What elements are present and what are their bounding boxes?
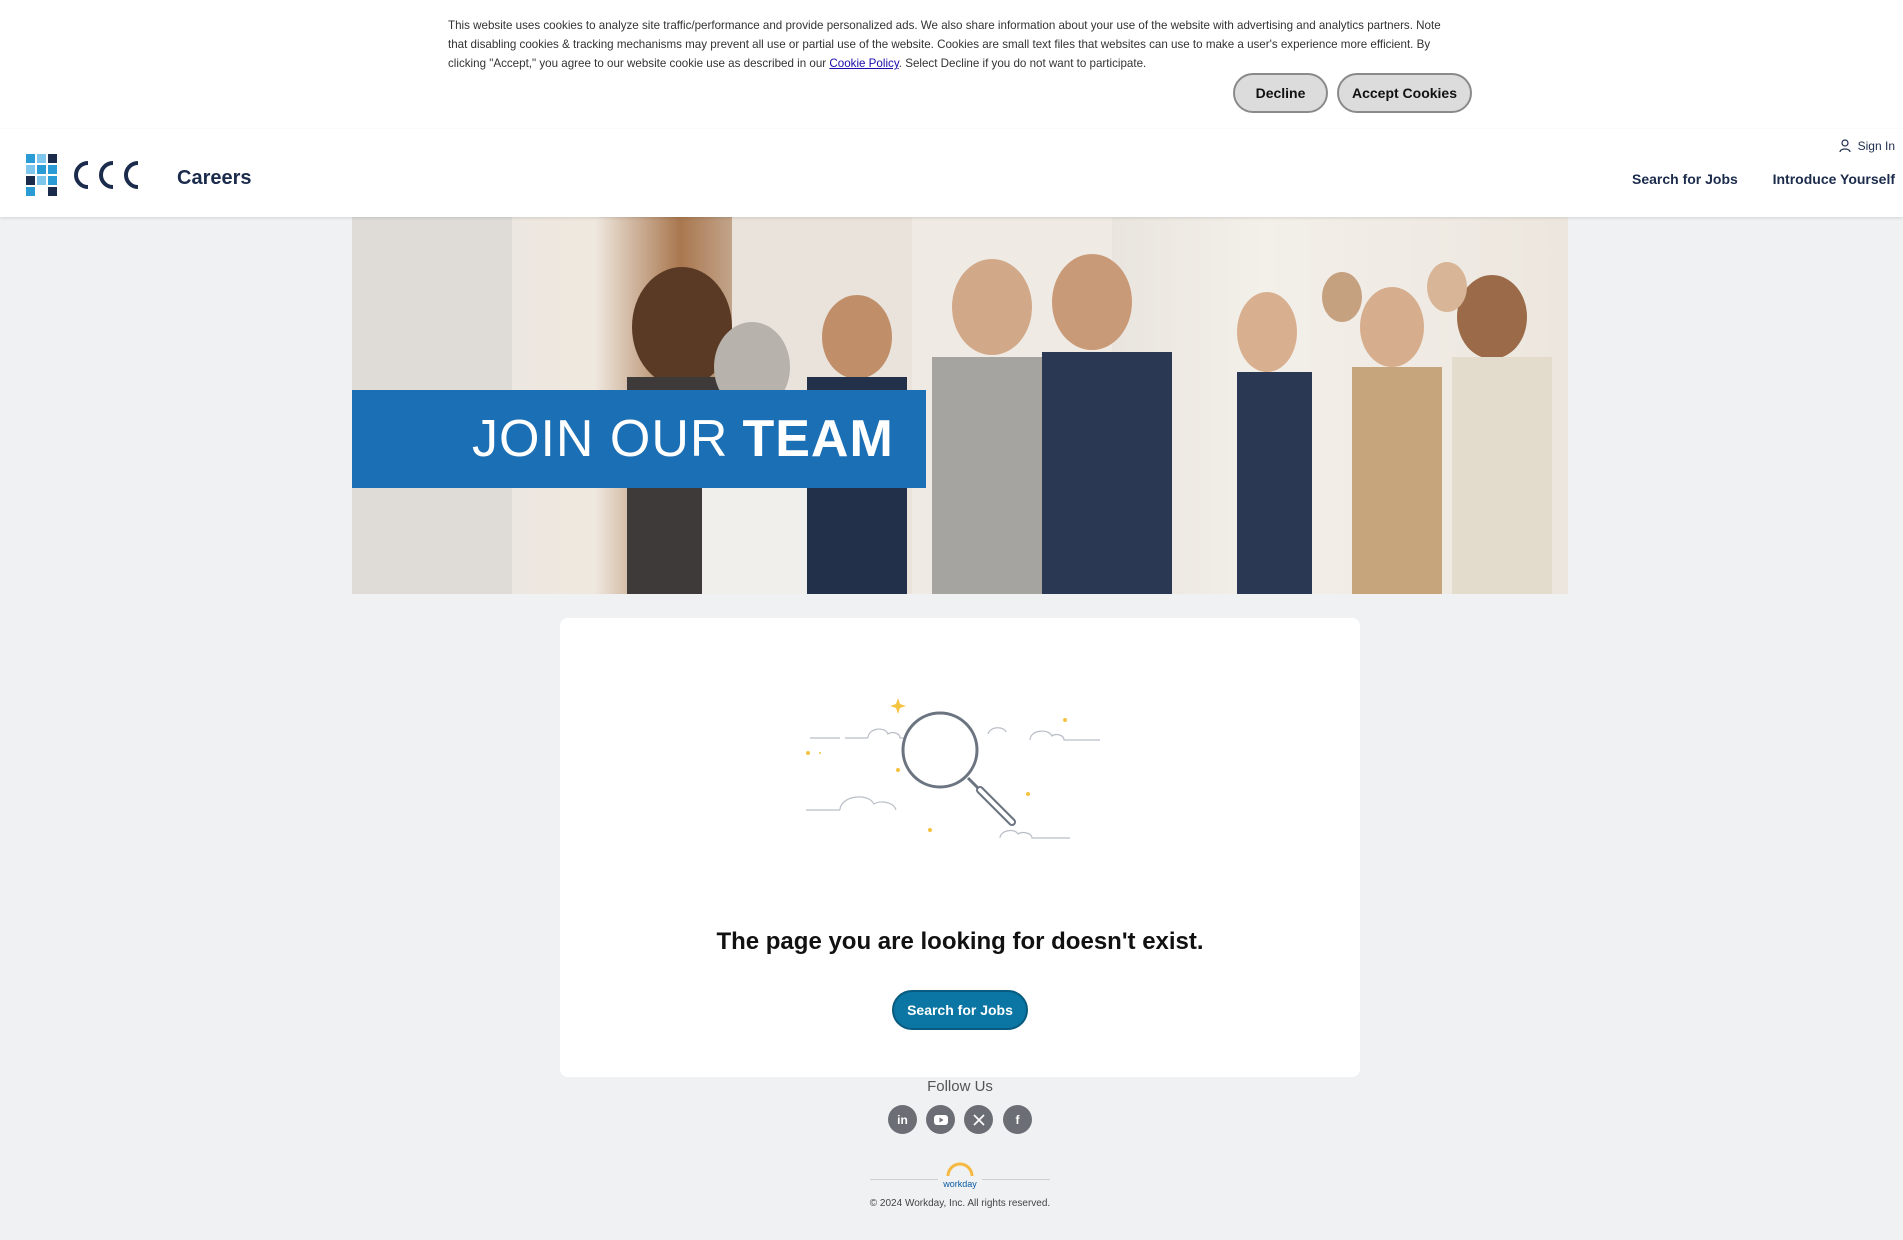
site-header: Careers Sign In Search for Jobs Introduc… [0, 129, 1903, 217]
error-message: The page you are looking for doesn't exi… [716, 928, 1204, 955]
cookie-banner: This website uses cookies to analyze sit… [0, 0, 1903, 129]
user-icon [1839, 139, 1851, 153]
cookie-text: This website uses cookies to analyze sit… [448, 19, 1441, 70]
sign-in-label: Sign In [1857, 139, 1895, 153]
cookie-policy-link[interactable]: Cookie Policy [829, 57, 898, 70]
play-icon [933, 1114, 948, 1125]
careers-title[interactable]: Careers [177, 167, 252, 190]
workday-logo[interactable]: workday [938, 1162, 982, 1190]
nav-introduce-yourself[interactable]: Introduce Yourself [1773, 171, 1895, 187]
sign-in-link[interactable]: Sign In [1839, 139, 1895, 153]
youtube-icon[interactable] [926, 1105, 955, 1134]
hero-image: JOIN OUR TEAM [352, 217, 1568, 594]
join-our-team-banner: JOIN OUR TEAM [352, 390, 926, 488]
banner-text-light: JOIN OUR [472, 410, 729, 468]
accept-cookies-button[interactable]: Accept Cookies [1337, 73, 1472, 113]
linkedin-icon[interactable]: in [888, 1105, 917, 1134]
facebook-icon[interactable]: f [1003, 1105, 1032, 1134]
follow-us-title: Follow Us [927, 1078, 993, 1095]
workday-logo-text: workday [942, 1179, 977, 1189]
x-icon[interactable] [964, 1105, 993, 1134]
x-logo-icon [972, 1113, 985, 1126]
banner-text-bold: TEAM [742, 410, 894, 468]
nav-search-for-jobs[interactable]: Search for Jobs [1632, 171, 1738, 187]
search-for-jobs-button[interactable]: Search for Jobs [892, 990, 1028, 1030]
decline-button[interactable]: Decline [1233, 73, 1328, 113]
magnifying-glass-illustration [806, 698, 1100, 839]
copyright-text: © 2024 Workday, Inc. All rights reserved… [869, 1198, 1051, 1209]
error-card: The page you are looking for doesn't exi… [560, 618, 1360, 1077]
ccc-logo[interactable] [26, 154, 154, 196]
